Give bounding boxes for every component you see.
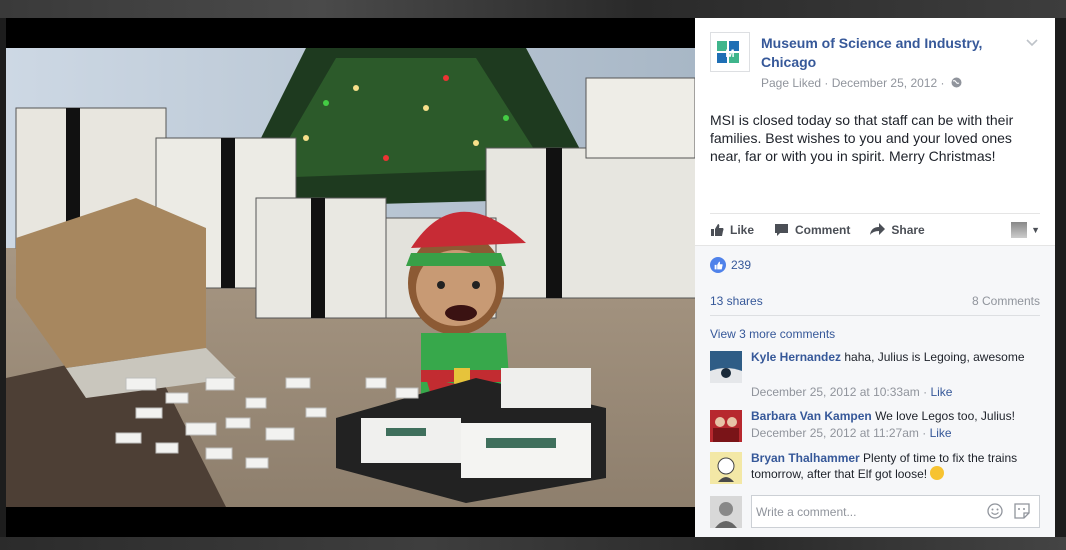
post-meta: Page Liked · December 25, 2012 · xyxy=(761,76,962,91)
comment-item: Barbara Van Kampen We love Legos too, Ju… xyxy=(710,408,1040,448)
avatar[interactable] xyxy=(710,410,742,442)
likes-summary[interactable]: 239 xyxy=(710,256,751,274)
comment-input[interactable]: Write a comment... xyxy=(751,495,1040,528)
like-label: Like xyxy=(730,222,755,237)
share-label: Share xyxy=(891,222,925,237)
comment-meta: December 25, 2012 at 10:33am · Like xyxy=(751,385,952,399)
background-page-bottom xyxy=(0,537,1066,550)
likes-count: 239 xyxy=(731,258,752,272)
comment-input-placeholder: Write a comment... xyxy=(756,505,857,519)
write-comment-row: Write a comment... xyxy=(710,495,1040,529)
avatar xyxy=(710,496,742,528)
svg-text:M: M xyxy=(725,48,734,60)
thumbs-up-icon xyxy=(711,223,724,236)
comment-item: Kyle Hernandez haha, Julius is Legoing, … xyxy=(710,349,1040,401)
comment-meta-separator: · xyxy=(922,426,927,440)
page-name-link[interactable]: Museum of Science and Industry, Chicago xyxy=(761,34,1021,72)
comment-meta-separator: · xyxy=(923,385,928,399)
comment-like-link[interactable]: Like xyxy=(930,426,952,440)
comment-text: haha, Julius is Legoing, awesome xyxy=(844,350,1025,364)
avatar[interactable] xyxy=(710,351,742,383)
msi-logo-icon[interactable]: M xyxy=(710,32,750,72)
view-more-comments-link[interactable]: View 3 more comments xyxy=(710,327,835,341)
comment-like-link[interactable]: Like xyxy=(930,385,952,399)
post-date[interactable]: December 25, 2012 xyxy=(832,76,937,90)
caret-down-icon: ▼ xyxy=(1031,224,1040,235)
comment-body: Kyle Hernandez haha, Julius is Legoing, … xyxy=(751,349,1040,365)
avatar[interactable] xyxy=(710,452,742,484)
shares-comments-row: 13 shares 8 Comments xyxy=(710,286,1040,316)
sticker-icon[interactable] xyxy=(1014,503,1030,522)
like-button[interactable]: Like xyxy=(710,223,754,237)
post-header: M Museum of Science and Industry, Chicag… xyxy=(710,32,1040,102)
like-reaction-icon xyxy=(710,257,726,273)
comment-time[interactable]: December 25, 2012 at 10:33am xyxy=(751,385,920,399)
comment-item: Bryan Thalhammer Plenty of time to fix t… xyxy=(710,450,1040,490)
comment-time[interactable]: December 25, 2012 at 11:27am xyxy=(751,426,919,440)
comment-text: We love Legos too, Julius! xyxy=(875,409,1015,423)
comments-section: 239 13 shares 8 Comments View 3 more com… xyxy=(695,245,1055,537)
meta-separator: · xyxy=(824,76,829,90)
post-text: MSI is closed today so that staff can be… xyxy=(710,112,1014,164)
comment-author-link[interactable]: Kyle Hernandez xyxy=(751,350,841,364)
comment-bubble-icon xyxy=(775,223,789,236)
comment-body: Bryan Thalhammer Plenty of time to fix t… xyxy=(751,450,1040,482)
share-arrow-icon xyxy=(870,223,886,235)
comment-author-link[interactable]: Barbara Van Kampen xyxy=(751,409,872,423)
post-photo[interactable] xyxy=(6,48,695,507)
meta-separator-2: · xyxy=(940,76,945,90)
shares-link[interactable]: 13 shares xyxy=(710,294,763,308)
comment-button[interactable]: Comment xyxy=(774,223,850,237)
post-actions: Like Comment Share ▼ xyxy=(710,213,1040,245)
post-panel: M Museum of Science and Industry, Chicag… xyxy=(695,18,1055,537)
share-button[interactable]: Share xyxy=(870,222,925,237)
page-liked-status: Page Liked xyxy=(761,76,822,90)
smile-emoji-icon xyxy=(930,466,945,480)
comment-meta: December 25, 2012 at 11:27am · Like xyxy=(751,426,952,440)
post-as-selector[interactable]: ▼ xyxy=(1011,221,1040,238)
globe-icon xyxy=(951,77,962,91)
chevron-down-icon[interactable] xyxy=(1026,36,1038,50)
avatar xyxy=(1011,221,1028,238)
comment-label: Comment xyxy=(795,222,851,237)
background-page-strip xyxy=(0,0,1066,18)
comment-author-link[interactable]: Bryan Thalhammer xyxy=(751,451,860,465)
comments-count-link[interactable]: 8 Comments xyxy=(972,294,1040,308)
camera-icon[interactable] xyxy=(987,503,1003,522)
photo-viewer[interactable] xyxy=(6,18,695,537)
comment-body: Barbara Van Kampen We love Legos too, Ju… xyxy=(751,408,1040,424)
